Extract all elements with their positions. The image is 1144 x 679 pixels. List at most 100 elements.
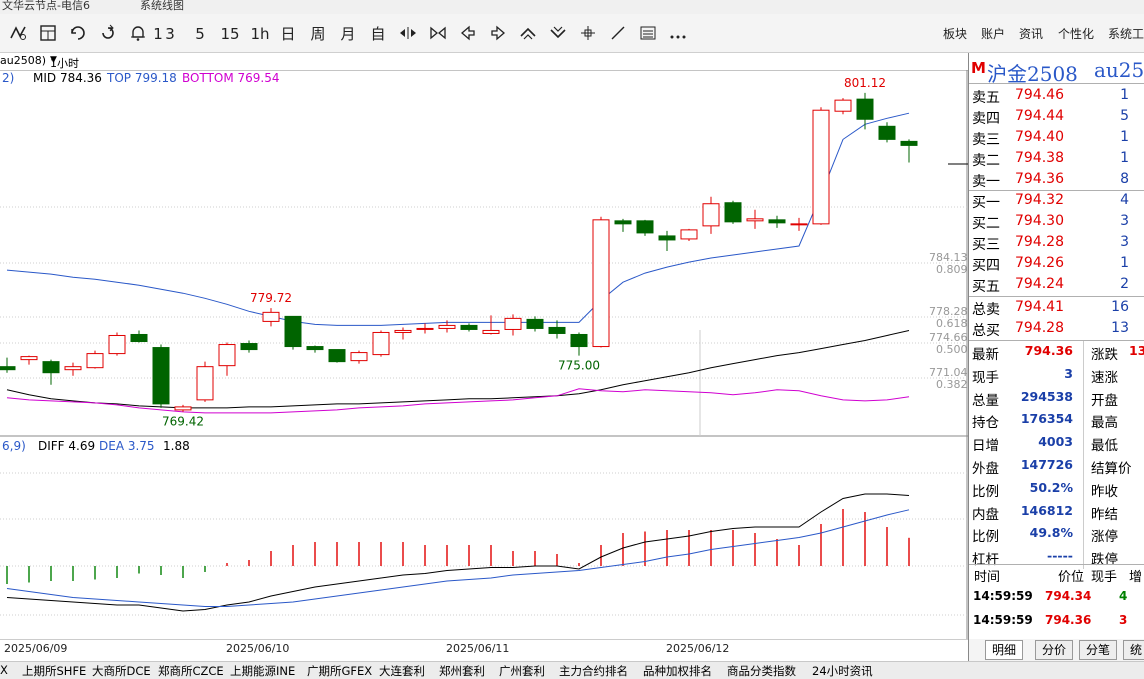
crosshair-icon[interactable] <box>578 24 598 44</box>
tick-row: 14:59:59 794.34 4 <box>969 585 1144 606</box>
period-week[interactable]: 周 <box>308 24 328 44</box>
column-divider <box>1083 363 1084 387</box>
kline-chart[interactable]: 784.130.809778.280.618774.660.500771.040… <box>0 70 968 639</box>
zoom-out-icon[interactable] <box>548 24 568 44</box>
ask-price: 794.40 <box>1015 129 1064 145</box>
right-arrow-icon[interactable] <box>488 24 508 44</box>
status-link[interactable]: 广州套利 <box>499 663 545 679</box>
candle-body <box>790 223 808 226</box>
candle-body <box>592 219 610 348</box>
stat-label-2: 涨停 <box>1091 529 1118 546</box>
fib-ratio-label: 0.618 <box>936 317 968 330</box>
menu-personalize[interactable]: 个性化 <box>1058 25 1094 43</box>
stat-label-2: 开盘 <box>1091 392 1118 409</box>
ticks-price-header: 价位 <box>1058 570 1085 585</box>
price-annotation: 801.12 <box>844 76 886 90</box>
menu-news[interactable]: 资讯 <box>1019 25 1043 43</box>
macd-diff-line <box>6 493 910 612</box>
stat-label-2: 昨收 <box>1091 483 1118 500</box>
bid-label: 买一 <box>972 195 1000 211</box>
ask-label: 卖二 <box>972 153 1000 169</box>
status-link[interactable]: 上期所SHFE <box>22 663 86 679</box>
boll-bottom-label: BOTTOM 769.54 <box>182 71 280 85</box>
price-annotation: 779.72 <box>250 291 292 305</box>
toolbar: 1 3 5 15 1h 日 周 月 自 板块 账户 资讯 个性化 系统工 <box>0 14 1144 53</box>
price-annotation: 769.42 <box>162 415 204 429</box>
candle-body <box>680 229 698 240</box>
status-link[interactable]: 24小时资讯 <box>812 663 873 679</box>
bid-row: 买一 794.32 4 <box>969 190 1144 211</box>
tab-price[interactable]: 分价 <box>1035 640 1074 660</box>
menu-sector[interactable]: 板块 <box>943 25 967 43</box>
stat-value: 4003 <box>1038 434 1073 450</box>
status-link[interactable]: 广期所GFEX <box>307 663 372 679</box>
stat-row: 比例 50.2% 昨收 <box>969 477 1144 501</box>
ask-label: 卖三 <box>972 132 1000 148</box>
stat-label-2: 最低 <box>1091 438 1118 455</box>
window-subtitle: 系统线图 <box>140 0 184 12</box>
line-tool-icon[interactable] <box>608 24 628 44</box>
status-link[interactable]: 品种加权排名 <box>643 663 712 679</box>
status-link[interactable]: 商品分类指数 <box>727 663 796 679</box>
ticks-oi-header: 增 <box>1129 570 1143 585</box>
candle-body <box>460 324 478 330</box>
ask-price: 794.44 <box>1015 108 1064 124</box>
contract-label: au2508) <box>0 54 46 67</box>
candle-body <box>152 347 170 405</box>
menu-account[interactable]: 账户 <box>981 25 1005 43</box>
status-link[interactable]: X <box>0 663 8 677</box>
bell-icon[interactable] <box>128 24 148 44</box>
shrink-icon[interactable] <box>398 24 418 44</box>
period-day[interactable]: 日 <box>278 24 298 44</box>
status-link[interactable]: 上期能源INE <box>230 663 295 679</box>
grid-icon[interactable] <box>38 24 58 44</box>
menu-system[interactable]: 系统工 <box>1108 25 1144 43</box>
tick-price: 794.36 <box>1045 613 1092 627</box>
status-link[interactable]: 主力合约排名 <box>559 663 628 679</box>
status-link[interactable]: 大商所DCE <box>92 663 151 679</box>
stat-label: 比例 <box>972 483 999 500</box>
candle-body <box>328 349 346 363</box>
boll-param-label: 2) <box>2 71 14 85</box>
candle-body <box>130 333 148 343</box>
fib-ratio-label: 0.382 <box>936 378 968 391</box>
status-link[interactable]: 郑商所CZCE <box>158 663 224 679</box>
period-3[interactable]: 3 <box>160 24 180 44</box>
total-label: 总买 <box>972 323 1000 339</box>
period-15[interactable]: 15 <box>218 24 242 44</box>
refresh-icon[interactable] <box>68 24 88 44</box>
bid-row: 买五 794.24 2 <box>969 274 1144 295</box>
list-icon[interactable] <box>638 24 658 44</box>
period-month[interactable]: 月 <box>338 24 358 44</box>
tick-row: 14:59:59 794.36 3 <box>969 609 1144 630</box>
candle-body <box>614 220 632 225</box>
stat-row: 最新 794.36 涨跌 13 <box>969 341 1144 364</box>
period-1h[interactable]: 1h <box>248 24 272 44</box>
bid-price: 794.30 <box>1015 213 1064 229</box>
ask-row: 卖三 794.40 1 <box>969 127 1144 148</box>
period-custom[interactable]: 自 <box>368 24 388 44</box>
status-link[interactable]: 大连套利 <box>379 663 425 679</box>
ask-label: 卖一 <box>972 174 1000 190</box>
tab-stats[interactable]: 统 <box>1123 640 1144 660</box>
candle-body <box>570 333 588 348</box>
stock-icon[interactable] <box>8 24 28 44</box>
tab-detail[interactable]: 明细 <box>985 640 1024 660</box>
candle-body <box>482 329 500 334</box>
expand-icon[interactable] <box>428 24 448 44</box>
status-link[interactable]: 郑州套利 <box>439 663 485 679</box>
zoom-in-icon[interactable] <box>518 24 538 44</box>
tab-trades[interactable]: 分笔 <box>1079 640 1118 660</box>
column-divider <box>1083 477 1084 501</box>
ask-price: 794.46 <box>1015 87 1064 103</box>
back-icon[interactable] <box>98 24 118 44</box>
candle-body <box>64 366 82 371</box>
left-arrow-icon[interactable] <box>458 24 478 44</box>
tick-time: 14:59:59 <box>973 589 1033 603</box>
ticks-volume-header: 现手 <box>1091 570 1118 585</box>
bid-label: 买二 <box>972 216 1000 232</box>
period-5[interactable]: 5 <box>190 24 210 44</box>
candle-body <box>284 315 302 348</box>
more-icon[interactable] <box>668 24 688 44</box>
date-label: 2025/06/09 <box>4 642 68 655</box>
